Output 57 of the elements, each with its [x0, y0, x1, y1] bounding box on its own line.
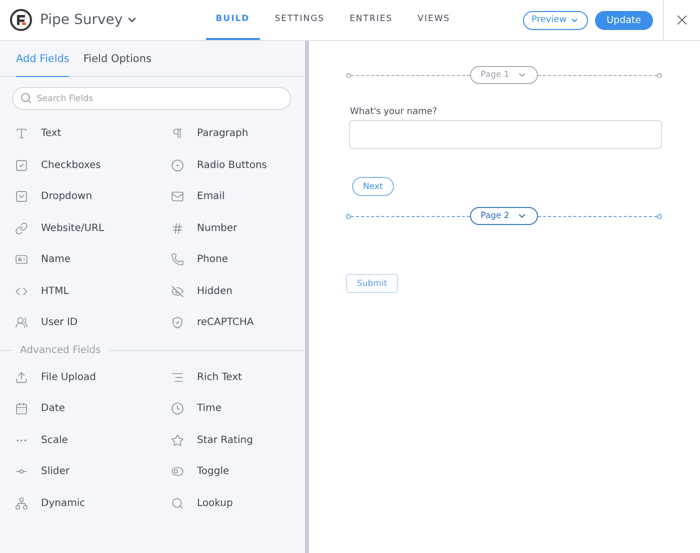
- field-item[interactable]: Star Rating: [171, 424, 305, 456]
- field-item[interactable]: Checkboxes: [15, 150, 171, 181]
- field-item[interactable]: Date: [15, 393, 171, 424]
- field-item[interactable]: Paragraph: [171, 118, 305, 150]
- field-item[interactable]: Slider: [15, 456, 171, 488]
- field-item[interactable]: Name: [15, 244, 171, 276]
- field-item[interactable]: Email: [171, 181, 305, 212]
- clock-icon: [171, 402, 184, 416]
- section-title: Advanced Fields: [20, 344, 101, 356]
- field-item[interactable]: User ID: [15, 307, 171, 338]
- field-item[interactable]: HTML: [15, 276, 171, 307]
- id-card-icon: [15, 253, 28, 266]
- field-item[interactable]: Toggle: [171, 456, 305, 488]
- hierarchy-icon: [15, 496, 28, 510]
- pilcrow-icon: [171, 127, 184, 140]
- radio-icon: [171, 158, 184, 172]
- nav-tab[interactable]: VIEWS: [408, 0, 460, 40]
- field-label: What's your name?: [350, 107, 438, 117]
- shield-check-icon: [171, 316, 184, 330]
- page-break-button[interactable]: Page 2: [470, 207, 538, 225]
- search-icon: [20, 92, 32, 104]
- field-item[interactable]: Number: [171, 212, 305, 244]
- nav-tab[interactable]: ENTRIES: [340, 0, 403, 40]
- dropdown-icon: [15, 190, 28, 204]
- field-item[interactable]: Phone: [171, 244, 305, 276]
- field-item[interactable]: Rich Text: [171, 362, 305, 393]
- field-item[interactable]: reCAPTCHA: [171, 307, 305, 338]
- field-item[interactable]: Radio Buttons: [171, 150, 305, 181]
- sidebar-tab[interactable]: Field Options: [83, 41, 152, 77]
- field-item[interactable]: Website/URL: [15, 212, 171, 244]
- field-item[interactable]: File Upload: [15, 362, 171, 393]
- link-icon: [15, 222, 28, 235]
- search-icon: [171, 496, 184, 510]
- field-item[interactable]: Lookup: [171, 488, 305, 519]
- users-icon: [15, 316, 28, 330]
- field-item[interactable]: Hidden: [171, 276, 305, 307]
- text-icon: [15, 127, 28, 140]
- nav-tab[interactable]: SETTINGS: [264, 0, 335, 40]
- logo-icon: [10, 9, 32, 31]
- phone-icon: [171, 253, 184, 266]
- search-field[interactable]: Search Fields: [12, 87, 291, 110]
- upload-icon: [15, 370, 28, 384]
- toggle-icon: [171, 465, 184, 478]
- star-icon: [171, 434, 184, 447]
- field-item[interactable]: Time: [171, 393, 305, 424]
- eye-off-icon: [171, 284, 184, 298]
- envelope-icon: [171, 190, 184, 204]
- calendar-icon: [15, 402, 28, 416]
- align-right-icon: [171, 370, 184, 384]
- hash-icon: [171, 222, 184, 235]
- field-item[interactable]: Scale: [15, 424, 171, 456]
- field-item[interactable]: Text: [15, 118, 171, 150]
- form-title[interactable]: Pipe Survey: [40, 12, 123, 28]
- field-item[interactable]: Dynamic: [15, 488, 171, 519]
- name-input[interactable]: [349, 120, 662, 149]
- field-item[interactable]: Dropdown: [15, 181, 171, 212]
- checkbox-icon: [15, 158, 28, 172]
